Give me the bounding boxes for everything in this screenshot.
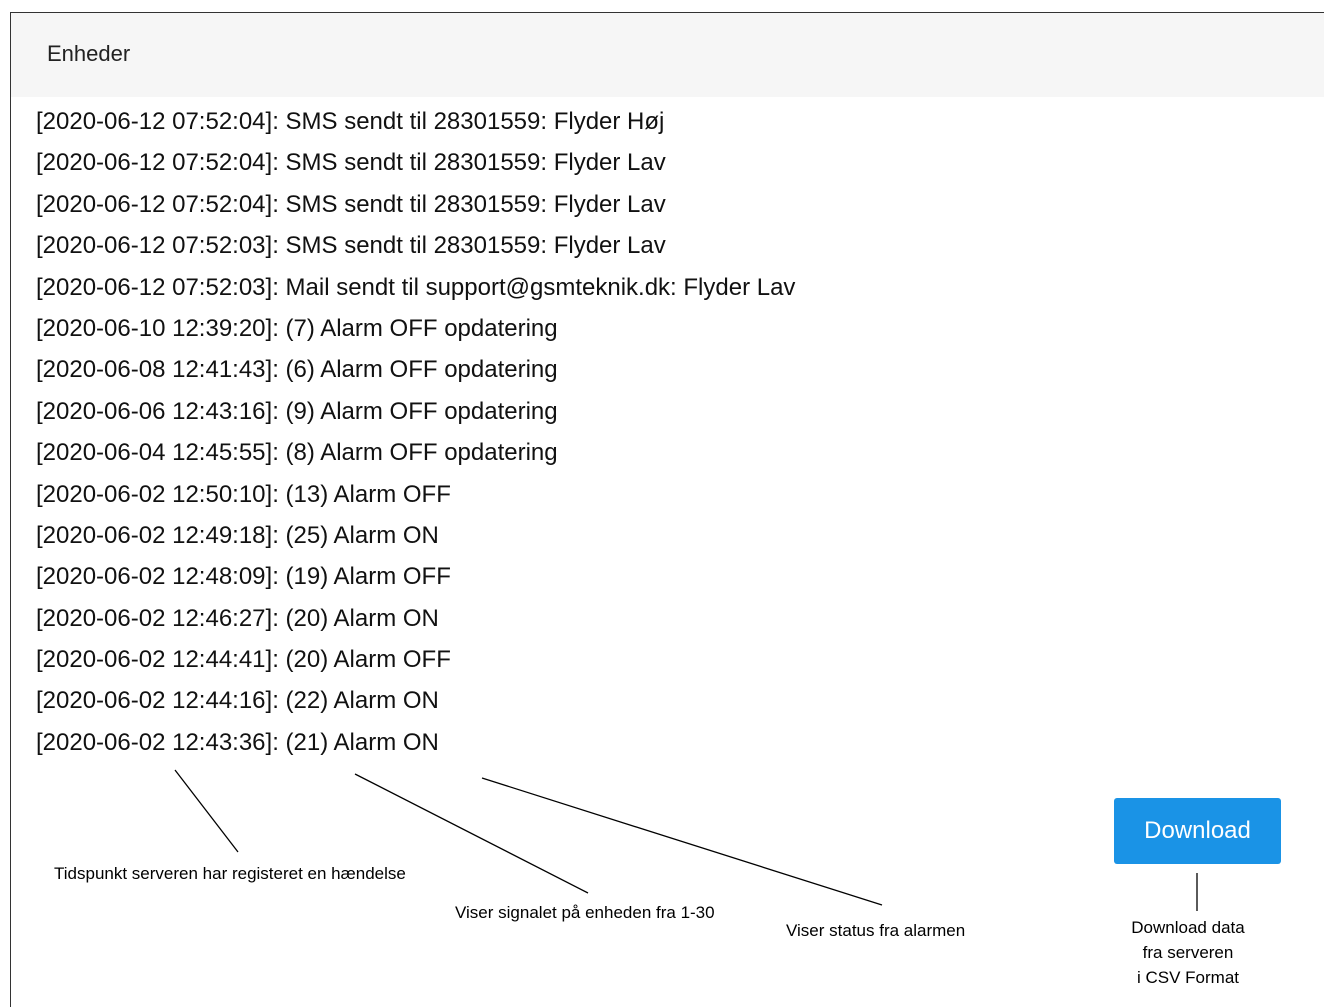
download-annotation-line: Download data: [1131, 918, 1245, 937]
log-entry: [2020-06-12 07:52:04]: SMS sendt til 283…: [36, 108, 665, 135]
log-entry: [2020-06-02 12:49:18]: (25) Alarm ON: [36, 521, 439, 549]
log-entry: [2020-06-06 12:43:16]: (9) Alarm OFF opd…: [36, 397, 558, 425]
download-annotation-line: i CSV Format: [1136, 968, 1240, 987]
log-entry: [2020-06-12 07:52:03]: SMS sendt til 283…: [36, 232, 666, 260]
signal-annotation: Viser signalet på enheden fra 1-30: [455, 903, 715, 922]
status-annotation: Viser status fra alarmen: [786, 921, 966, 940]
panel-header: Enheder: [11, 13, 1324, 97]
log-entry: [2020-06-04 12:45:55]: (8) Alarm OFF opd…: [36, 439, 558, 467]
devices-panel: Enheder [2020-06-12 07:52:04]: SMS sendt…: [10, 12, 1324, 1007]
timestamp-annotation: Tidspunkt serveren har registeret en hæn…: [54, 864, 406, 883]
log-entry: [2020-06-08 12:41:43]: (6) Alarm OFF opd…: [36, 356, 558, 384]
log-entry: [2020-06-02 12:44:16]: (22) Alarm ON: [36, 687, 439, 715]
event-log: [2020-06-12 07:52:04]: SMS sendt til 283…: [36, 107, 795, 769]
log-entry: [2020-06-02 12:50:10]: (13) Alarm OFF: [36, 480, 451, 508]
log-entry: [2020-06-02 12:43:36]: (21) Alarm ON: [36, 728, 439, 756]
log-entry: [2020-06-12 07:52:04]: SMS sendt til 283…: [36, 149, 666, 177]
download-annotation: Download data fra serveren i CSV Format: [1108, 915, 1268, 990]
log-entry: [2020-06-10 12:39:20]: (7) Alarm OFF opd…: [36, 314, 558, 342]
download-annotation-line: fra serveren: [1142, 943, 1234, 962]
log-entry: [2020-06-02 12:44:41]: (20) Alarm OFF: [36, 646, 451, 674]
log-entry: [2020-06-02 12:46:27]: (20) Alarm ON: [36, 604, 439, 632]
panel-title: Enheder: [47, 41, 131, 66]
log-entry: [2020-06-12 07:52:04]: SMS sendt til 283…: [36, 190, 666, 218]
download-button[interactable]: Download: [1114, 798, 1281, 864]
log-entry: [2020-06-12 07:52:03]: Mail sendt til su…: [36, 273, 796, 301]
log-entry: [2020-06-02 12:48:09]: (19) Alarm OFF: [36, 563, 451, 591]
